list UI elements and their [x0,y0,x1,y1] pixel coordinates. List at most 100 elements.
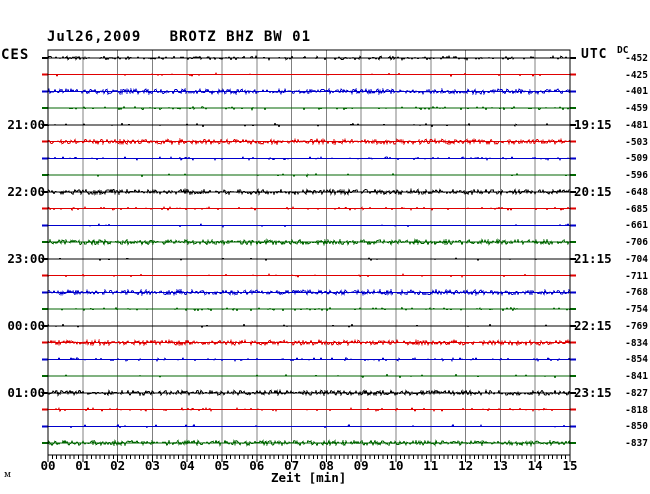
x-tick-label: 08 [315,458,337,473]
trace-noise [48,308,570,311]
x-tick-label: 14 [524,458,546,473]
x-tick-label: 05 [211,458,233,473]
dc-value-label: -769 [600,321,648,332]
trace-noise [48,207,570,210]
trace-noise [48,73,570,76]
dc-value-label: -818 [600,405,648,416]
dc-value-label: -509 [600,153,648,164]
left-time-label: 00:00 [0,318,45,333]
trace-right-tick [570,208,576,210]
helicorder-viewer: Jul26,2009 BROTZ BHZ BW 01 CES UTC DC Ze… [0,0,650,494]
dc-value-label: -661 [600,220,648,231]
x-tick-label: 15 [559,458,581,473]
x-tick-label: 06 [246,458,268,473]
dc-value-label: -452 [600,53,648,64]
trace-left-tick [42,57,48,59]
trace-noise [48,274,570,277]
dc-value-label: -706 [600,237,648,248]
trace-noise [48,258,570,260]
trace-left-tick [42,208,48,210]
trace-right-tick [570,90,576,92]
trace-noise [48,408,570,411]
trace-noise [48,89,570,94]
seismic-traces [42,56,576,445]
left-time-label: 01:00 [0,385,45,400]
trace-right-tick [570,57,576,59]
trace-right-tick [570,224,576,226]
dc-value-label: -827 [600,388,648,399]
dc-value-label: -503 [600,137,648,148]
dc-value-label: -401 [600,86,648,97]
x-tick-label: 10 [385,458,407,473]
trace-right-tick [570,442,576,444]
trace-noise [48,107,570,110]
trace-left-tick [42,358,48,360]
dc-value-label: -648 [600,187,648,198]
x-tick-label: 01 [72,458,94,473]
trace-left-tick [42,275,48,277]
x-tick-label: 07 [281,458,303,473]
x-tick-label: 11 [420,458,442,473]
dc-value-label: -841 [600,371,648,382]
x-tick-label: 03 [141,458,163,473]
dc-value-label: -711 [600,271,648,282]
trace-noise [48,425,570,428]
x-tick-label: 13 [489,458,511,473]
dc-value-label: -754 [600,304,648,315]
trace-right-tick [570,375,576,377]
trace-right-tick [570,275,576,277]
trace-left-tick [42,107,48,109]
trace-noise [48,123,570,126]
trace-left-tick [42,308,48,310]
trace-left-tick [42,74,48,76]
left-time-label: 22:00 [0,184,45,199]
dc-value-label: -685 [600,204,648,215]
trace-right-tick [570,308,576,310]
dc-value-label: -768 [600,287,648,298]
trace-noise [48,224,570,227]
trace-left-tick [42,90,48,92]
trace-left-tick [42,141,48,143]
trace-left-tick [42,174,48,176]
trace-right-tick [570,358,576,360]
left-time-label: 21:00 [0,117,45,132]
trace-noise [48,174,570,177]
dc-value-label: -704 [600,254,648,265]
dc-value-label: -854 [600,354,648,365]
helicorder-plot [0,0,650,494]
trace-left-tick [42,291,48,293]
x-tick-label: 04 [176,458,198,473]
dc-value-label: -481 [600,120,648,131]
trace-left-tick [42,224,48,226]
x-tick-label: 09 [350,458,372,473]
trace-right-tick [570,157,576,159]
trace-right-tick [570,141,576,143]
dc-value-label: -837 [600,438,648,449]
x-tick-label: 12 [455,458,477,473]
trace-right-tick [570,291,576,293]
trace-left-tick [42,342,48,344]
trace-left-tick [42,409,48,411]
trace-right-tick [570,74,576,76]
dc-value-label: -834 [600,338,648,349]
dc-value-label: -459 [600,103,648,114]
trace-left-tick [42,157,48,159]
trace-right-tick [570,241,576,243]
trace-right-tick [570,425,576,427]
trace-right-tick [570,409,576,411]
trace-right-tick [570,174,576,176]
left-time-label: 23:00 [0,251,45,266]
trace-left-tick [42,425,48,427]
trace-noise [48,324,570,327]
trace-right-tick [570,107,576,109]
trace-left-tick [42,442,48,444]
trace-noise [48,375,570,378]
trace-noise [48,157,570,160]
trace-left-tick [42,375,48,377]
x-tick-label: 00 [37,458,59,473]
x-tick-label: 02 [107,458,129,473]
trace-right-tick [570,342,576,344]
dc-value-label: -425 [600,70,648,81]
dc-value-label: -596 [600,170,648,181]
trace-left-tick [42,241,48,243]
